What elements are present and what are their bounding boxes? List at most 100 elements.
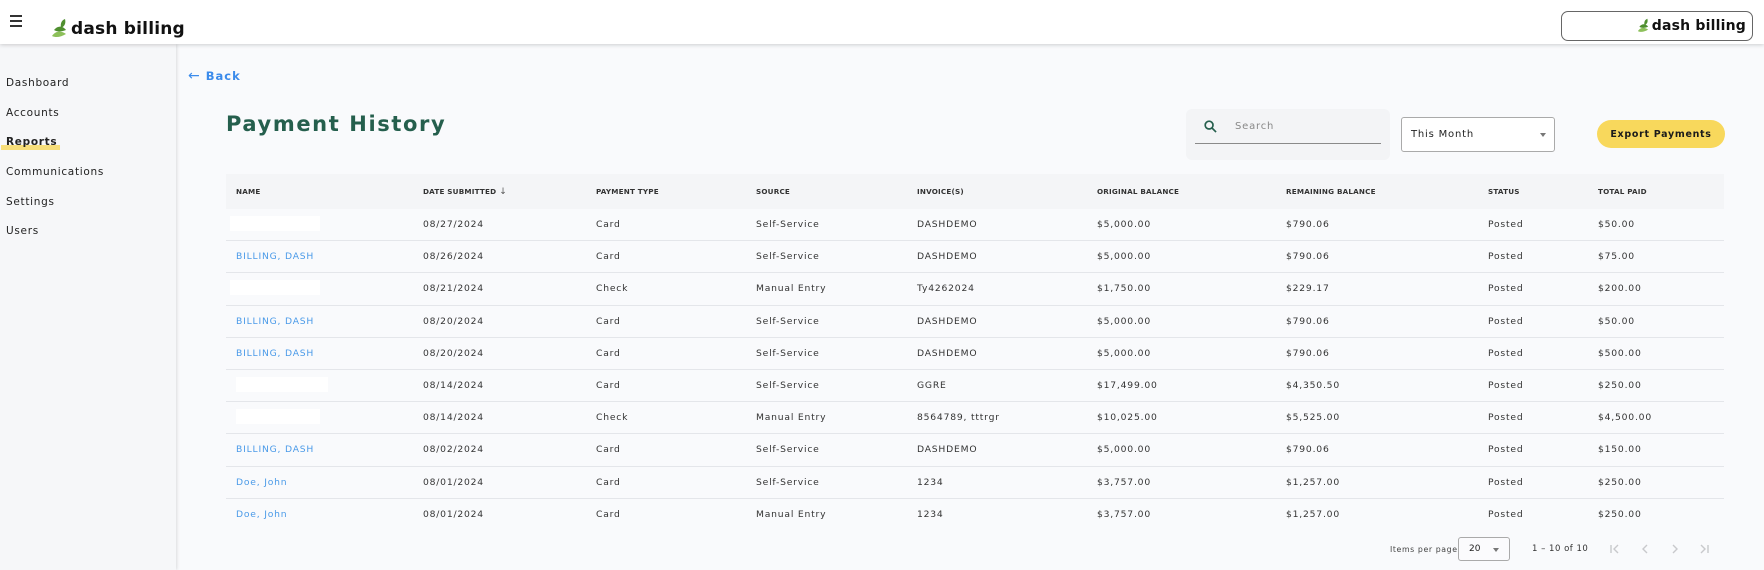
cell-source: Self-Service — [756, 380, 820, 392]
first-page-icon[interactable] — [1606, 540, 1624, 558]
cell-payment-type: Card — [596, 251, 621, 263]
cell-name — [236, 408, 320, 427]
cell-name[interactable]: Doe, John — [236, 509, 287, 520]
cell-invoices: DASHDEMO — [917, 251, 978, 263]
table-header: NAME DATE SUBMITTED ↓ PAYMENT TYPE SOURCE… — [226, 174, 1724, 209]
cell-payment-type: Card — [596, 219, 621, 231]
table-row[interactable]: 08/27/2024 Card Self-Service DASHDEMO $5,000… — [226, 209, 1724, 242]
cell-date-submitted: 08/01/2024 — [423, 476, 484, 488]
cell-source: Self-Service — [756, 251, 820, 263]
cell-invoices: 1234 — [917, 509, 944, 521]
search-container — [1186, 109, 1390, 160]
cell-total-paid: $250.00 — [1598, 380, 1642, 392]
period-select-value: This Month — [1411, 129, 1474, 140]
back-label: Back — [205, 69, 241, 83]
sidebar-item-dashboard[interactable]: Dashboard — [6, 77, 69, 89]
redacted-name — [230, 215, 320, 231]
cell-payment-type: Check — [596, 283, 629, 295]
column-header-name[interactable]: NAME — [236, 187, 260, 196]
cell-total-paid: $50.00 — [1598, 315, 1635, 327]
logo[interactable]: dash billing — [48, 12, 185, 40]
column-header-status[interactable]: STATUS — [1488, 187, 1520, 196]
cell-remaining-balance: $1,257.00 — [1286, 509, 1340, 521]
cell-payment-type: Card — [596, 444, 621, 456]
table-row[interactable]: Doe, John 08/01/2024 Card Manual Entry 1234 $… — [226, 499, 1724, 531]
dropdown-caret-icon — [1493, 548, 1499, 552]
cell-name[interactable]: BILLING, DASH — [236, 348, 314, 359]
search-input[interactable] — [1235, 120, 1365, 132]
table-row[interactable]: BILLING, DASH 08/20/2024 Card Self-Service D… — [226, 306, 1724, 338]
top-bar: dash billing dash billing — [0, 0, 1764, 44]
cell-status: Posted — [1488, 412, 1524, 424]
table-row[interactable]: BILLING, DASH 08/20/2024 Card Self-Service D… — [226, 338, 1724, 370]
column-header-invoices[interactable]: INVOICE(S) — [917, 187, 964, 196]
cell-source: Self-Service — [756, 347, 820, 359]
column-header-total-paid[interactable]: TOTAL PAID — [1598, 187, 1647, 196]
cell-name[interactable]: BILLING, DASH — [236, 251, 314, 262]
period-select[interactable]: This Month — [1401, 117, 1555, 152]
table-row[interactable]: BILLING, DASH 08/02/2024 Card Self-Service D… — [226, 434, 1724, 467]
cell-original-balance: $3,757.00 — [1097, 509, 1151, 521]
cell-date-submitted: 08/01/2024 — [423, 509, 484, 521]
cell-name[interactable]: Doe, John — [236, 477, 287, 488]
arrow-left-icon: ← — [188, 68, 201, 84]
export-payments-button[interactable]: Export Payments — [1597, 120, 1725, 148]
table-row[interactable]: BILLING, DASH 08/26/2024 Card Self-Service D… — [226, 241, 1724, 274]
cell-original-balance: $3,757.00 — [1097, 476, 1151, 488]
cell-date-submitted: 08/20/2024 — [423, 315, 484, 327]
cell-date-submitted: 08/20/2024 — [423, 347, 484, 359]
table-body: 08/27/2024 Card Self-Service DASHDEMO $5,000… — [226, 209, 1724, 531]
sidebar-item-accounts[interactable]: Accounts — [6, 107, 59, 119]
column-header-source[interactable]: SOURCE — [756, 187, 790, 196]
chevron-left-icon[interactable] — [1636, 540, 1654, 558]
cell-payment-type: Card — [596, 509, 621, 521]
column-header-payment-type[interactable]: PAYMENT TYPE — [596, 187, 659, 196]
dropdown-caret-icon — [1540, 133, 1546, 137]
sidebar-item-label: Accounts — [6, 107, 60, 119]
cell-original-balance: $5,000.00 — [1097, 444, 1151, 456]
cell-status: Posted — [1488, 219, 1524, 231]
last-page-icon[interactable] — [1695, 540, 1713, 558]
table-row[interactable]: 08/14/2024 Card Self-Service GGRE $17,499.00… — [226, 370, 1724, 403]
column-header-date-submitted[interactable]: DATE SUBMITTED ↓ — [423, 187, 507, 197]
table-row[interactable]: 08/14/2024 Check Manual Entry 8564789, tttr… — [226, 402, 1724, 435]
hamburger-menu-icon[interactable] — [8, 15, 24, 29]
table-row[interactable]: 08/21/2024 Check Manual Entry Ty4262024 $1,7… — [226, 273, 1724, 306]
cell-invoices: 8564789, tttrgr — [917, 412, 1000, 424]
search-icon — [1204, 119, 1217, 133]
cell-total-paid: $4,500.00 — [1598, 412, 1652, 424]
search-field — [1195, 109, 1381, 144]
cell-status: Posted — [1488, 251, 1524, 263]
sidebar-item-label: Settings — [6, 196, 55, 208]
column-header-original-balance[interactable]: ORIGINAL BALANCE — [1097, 187, 1179, 196]
sidebar-item-communications[interactable]: Communications — [6, 166, 104, 178]
sidebar-item-reports[interactable]: Reports — [1, 136, 61, 150]
cell-date-submitted: 08/21/2024 — [423, 283, 484, 295]
table-row[interactable]: Doe, John 08/01/2024 Card Self-Service 1234 $… — [226, 467, 1724, 499]
leaf-logo-icon — [1637, 18, 1648, 32]
cell-name[interactable]: BILLING, DASH — [236, 316, 314, 327]
chevron-right-icon[interactable] — [1666, 540, 1684, 558]
sort-arrow-down-icon: ↓ — [499, 186, 507, 197]
cell-invoices: 1234 — [917, 476, 944, 488]
cell-source: Self-Service — [756, 315, 820, 327]
cell-original-balance: $1,750.00 — [1097, 283, 1151, 295]
cell-source: Manual Entry — [756, 283, 827, 295]
sidebar-item-label: Communications — [6, 166, 105, 178]
cell-name[interactable]: BILLING, DASH — [236, 444, 314, 455]
cell-total-paid: $50.00 — [1598, 219, 1635, 231]
sidebar-item-settings[interactable]: Settings — [6, 196, 55, 208]
sidebar-item-label: Reports — [6, 136, 58, 148]
page-range-label: 1 – 10 of 10 — [1532, 544, 1589, 554]
cell-invoices: GGRE — [917, 380, 947, 392]
cell-source: Self-Service — [756, 444, 820, 456]
cell-status: Posted — [1488, 380, 1524, 392]
back-button[interactable]: ← Back — [188, 68, 241, 84]
cell-status: Posted — [1488, 476, 1524, 488]
cell-remaining-balance: $229.17 — [1286, 283, 1330, 295]
items-per-page-select[interactable]: 20 — [1458, 537, 1510, 561]
column-header-remaining-balance[interactable]: REMAINING BALANCE — [1286, 187, 1376, 196]
sidebar-item-users[interactable]: Users — [6, 225, 39, 237]
cell-source: Manual Entry — [756, 412, 827, 424]
org-logo-text: dash billing — [1651, 18, 1746, 34]
